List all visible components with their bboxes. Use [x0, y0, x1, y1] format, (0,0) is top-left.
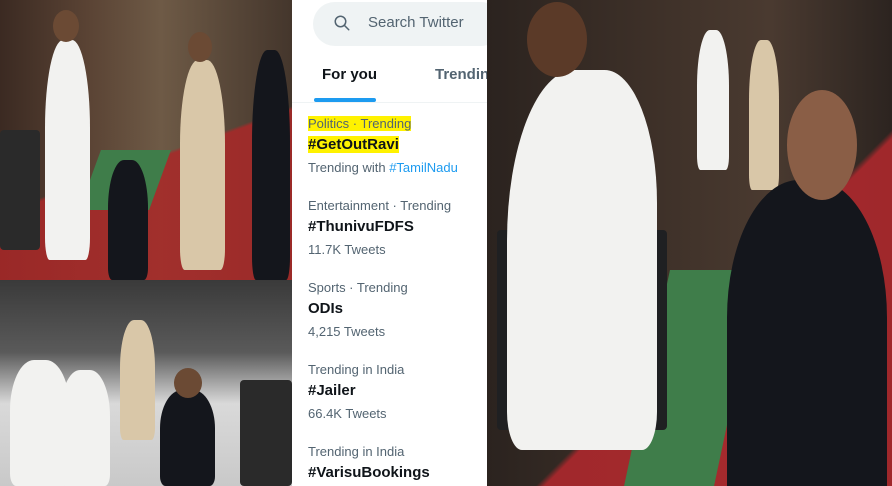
trend-name: #GetOutRavi [308, 136, 399, 153]
assembly-photo-right [487, 0, 892, 486]
person-white-dhoti [507, 70, 657, 450]
trend-hashtag-link[interactable]: #TamilNadu [389, 160, 458, 175]
person-dark-suit [160, 390, 215, 486]
person-white-standing [697, 30, 729, 170]
person-head [174, 368, 202, 398]
assembly-bench [240, 380, 292, 486]
trend-category: Sports · Trending [308, 280, 408, 295]
trend-item-getoutravi[interactable]: Politics · Trending #GetOutRavi Trending… [308, 116, 487, 176]
trend-tweet-count: 11.7K Tweets [308, 242, 386, 257]
person-white-dhoti [45, 40, 90, 260]
trend-name: ODIs [308, 300, 344, 317]
trend-name: #ThunivuFDFS [308, 218, 414, 235]
person-beige-suit [180, 60, 225, 270]
crowd-members [60, 370, 110, 486]
trend-category: Trending in India [308, 362, 405, 377]
person-head [53, 10, 79, 42]
assembly-photo-top-left [0, 0, 292, 280]
person-beige-suit [749, 40, 779, 190]
search-icon [334, 15, 350, 31]
person-dark-suit [252, 50, 290, 280]
trend-tweet-count: 4,215 Tweets [308, 324, 386, 339]
twitter-explore-panel: Search Twitter For you Trendin Politics … [292, 0, 487, 486]
trend-item-varisubookings[interactable]: Trending in India #VarisuBookings [308, 444, 487, 483]
person-beige-suit [120, 320, 155, 440]
trend-category: Politics · Trending [308, 116, 412, 131]
assembly-photo-bottom-left [0, 280, 292, 486]
trend-name: #Jailer [308, 382, 356, 399]
trend-item-thunivufdfs[interactable]: Entertainment · Trending #ThunivuFDFS 11… [308, 198, 487, 258]
person-head [188, 32, 212, 62]
trend-item-odis[interactable]: Sports · Trending ODIs 4,215 Tweets [308, 280, 487, 340]
tab-for-you[interactable]: For you [322, 66, 377, 83]
tab-trending[interactable]: Trendin [435, 66, 487, 83]
trend-name: #VarisuBookings [308, 464, 430, 481]
person-dark-suit [727, 180, 887, 486]
person-head [527, 2, 587, 77]
tabs-divider [292, 102, 487, 103]
search-placeholder[interactable]: Search Twitter [368, 14, 464, 31]
person-head [787, 90, 857, 200]
trend-category: Entertainment · Trending [308, 198, 452, 213]
trend-item-jailer[interactable]: Trending in India #Jailer 66.4K Tweets [308, 362, 487, 422]
person-dark-suit [108, 160, 148, 280]
trend-tweet-count: 66.4K Tweets [308, 406, 387, 421]
trend-meta: Trending with #TamilNadu [308, 160, 458, 175]
assembly-bench [0, 130, 40, 250]
trend-category: Trending in India [308, 444, 405, 459]
